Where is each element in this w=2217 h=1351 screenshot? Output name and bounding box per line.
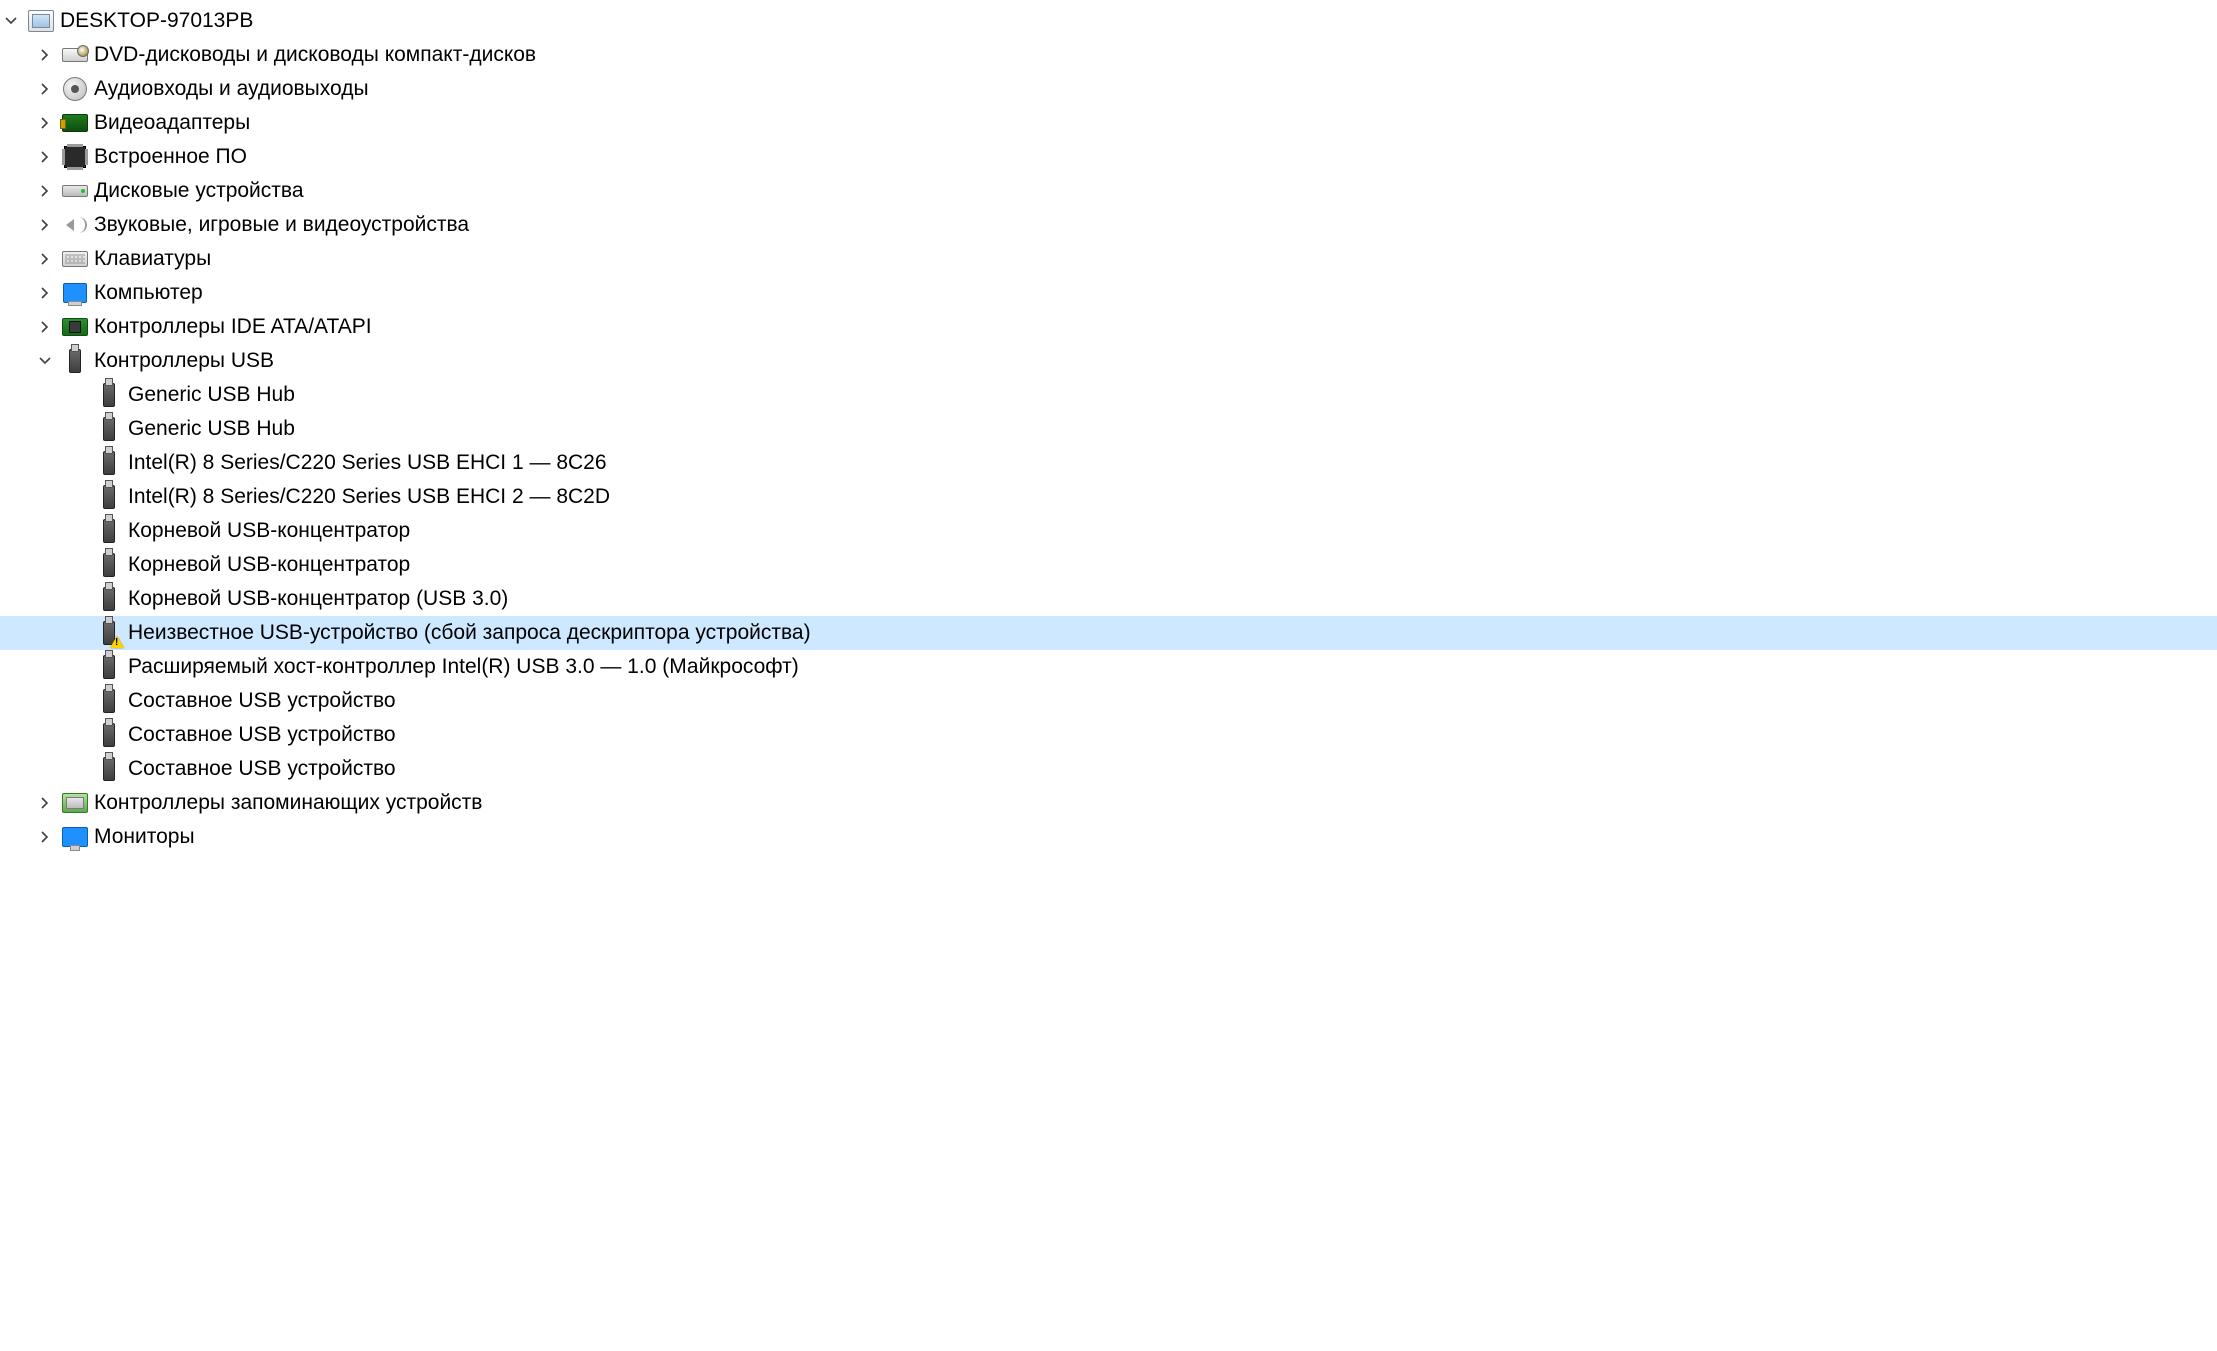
tree-item-label: Generic USB Hub (128, 417, 303, 441)
expand-toggle[interactable] (34, 287, 56, 299)
tree-item[interactable]: Видеоадаптеры (0, 106, 2217, 140)
usb-icon (96, 450, 122, 476)
expand-toggle[interactable] (34, 355, 56, 367)
tree-item[interactable]: DVD-дисководы и дисководы компакт-дисков (0, 38, 2217, 72)
tree-item-label: Клавиатуры (94, 247, 219, 271)
audio-io-icon (62, 76, 88, 102)
dvd-drive-icon (62, 42, 88, 68)
sound-icon (62, 212, 88, 238)
tree-item[interactable]: Мониторы (0, 820, 2217, 854)
tree-item[interactable]: Intel(R) 8 Series/C220 Series USB EHCI 1… (0, 446, 2217, 480)
warning-overlay-icon (110, 636, 124, 648)
tree-item-label: Корневой USB-концентратор (USB 3.0) (128, 587, 516, 611)
device-tree[interactable]: DESKTOP-97013PB DVD-дисководы и дисковод… (0, 0, 2217, 862)
tree-item[interactable]: Составное USB устройство (0, 718, 2217, 752)
usb-icon (96, 654, 122, 680)
tree-item[interactable]: Корневой USB-концентратор (0, 514, 2217, 548)
tree-item-label: Расширяемый хост-контроллер Intel(R) USB… (128, 655, 807, 679)
computer-icon (28, 8, 54, 34)
tree-item-label: Составное USB устройство (128, 689, 404, 713)
tree-item-label: Видеоадаптеры (94, 111, 258, 135)
tree-item-label: Составное USB устройство (128, 723, 404, 747)
tree-item[interactable]: Корневой USB-концентратор (0, 548, 2217, 582)
firmware-icon (62, 144, 88, 170)
tree-item[interactable]: Контроллеры запоминающих устройств (0, 786, 2217, 820)
usb-icon (96, 416, 122, 442)
tree-item[interactable]: Корневой USB-концентратор (USB 3.0) (0, 582, 2217, 616)
tree-item-label: DVD-дисководы и дисководы компакт-дисков (94, 43, 544, 67)
tree-item-label: Контроллеры запоминающих устройств (94, 791, 490, 815)
usb-warning-icon (96, 620, 122, 646)
tree-item-label: Звуковые, игровые и видеоустройства (94, 213, 477, 237)
usb-icon (96, 518, 122, 544)
tree-item-label: Мониторы (94, 825, 203, 849)
tree-item[interactable]: Generic USB Hub (0, 412, 2217, 446)
tree-item[interactable]: Клавиатуры (0, 242, 2217, 276)
tree-item[interactable]: Встроенное ПО (0, 140, 2217, 174)
tree-item-root[interactable]: DESKTOP-97013PB (0, 4, 2217, 38)
usb-icon (96, 586, 122, 612)
tree-item-label: Аудиовходы и аудиовыходы (94, 77, 377, 101)
tree-item-label: Компьютер (94, 281, 211, 305)
display-adapter-icon (62, 110, 88, 136)
tree-item-label: Корневой USB-концентратор (128, 519, 418, 543)
tree-item-label: Дисковые устройства (94, 179, 312, 203)
usb-icon (96, 756, 122, 782)
expand-toggle[interactable] (34, 151, 56, 163)
expand-toggle[interactable] (34, 117, 56, 129)
tree-item-unknown-usb[interactable]: Неизвестное USB-устройство (сбой запроса… (0, 616, 2217, 650)
computer-category-icon (62, 280, 88, 306)
tree-item-label: DESKTOP-97013PB (60, 9, 261, 33)
expand-toggle[interactable] (34, 185, 56, 197)
tree-item[interactable]: Составное USB устройство (0, 684, 2217, 718)
tree-item[interactable]: Звуковые, игровые и видеоустройства (0, 208, 2217, 242)
tree-item-label: Корневой USB-концентратор (128, 553, 418, 577)
tree-item-label: Intel(R) 8 Series/C220 Series USB EHCI 2… (128, 485, 618, 509)
tree-item-label: Контроллеры USB (94, 349, 282, 373)
usb-icon (62, 348, 88, 374)
storage-controller-icon (62, 790, 88, 816)
tree-item-label: Generic USB Hub (128, 383, 303, 407)
usb-icon (96, 552, 122, 578)
tree-item[interactable]: Расширяемый хост-контроллер Intel(R) USB… (0, 650, 2217, 684)
tree-item-label: Встроенное ПО (94, 145, 255, 169)
tree-item[interactable]: Контроллеры IDE ATA/ATAPI (0, 310, 2217, 344)
tree-item-label: Контроллеры IDE ATA/ATAPI (94, 315, 380, 339)
expand-toggle[interactable] (0, 15, 22, 27)
tree-item-label: Intel(R) 8 Series/C220 Series USB EHCI 1… (128, 451, 615, 475)
tree-item[interactable]: Компьютер (0, 276, 2217, 310)
tree-item[interactable]: Составное USB устройство (0, 752, 2217, 786)
expand-toggle[interactable] (34, 831, 56, 843)
expand-toggle[interactable] (34, 49, 56, 61)
tree-item-usb-controllers[interactable]: Контроллеры USB (0, 344, 2217, 378)
tree-item[interactable]: Generic USB Hub (0, 378, 2217, 412)
expand-toggle[interactable] (34, 321, 56, 333)
tree-item-label: Составное USB устройство (128, 757, 404, 781)
tree-item[interactable]: Аудиовходы и аудиовыходы (0, 72, 2217, 106)
tree-item-label: Неизвестное USB-устройство (сбой запроса… (128, 621, 819, 645)
monitor-icon (62, 824, 88, 850)
disk-drive-icon (62, 178, 88, 204)
expand-toggle[interactable] (34, 253, 56, 265)
usb-icon (96, 382, 122, 408)
expand-toggle[interactable] (34, 219, 56, 231)
usb-icon (96, 484, 122, 510)
expand-toggle[interactable] (34, 797, 56, 809)
tree-item[interactable]: Дисковые устройства (0, 174, 2217, 208)
keyboard-icon (62, 246, 88, 272)
usb-icon (96, 722, 122, 748)
usb-icon (96, 688, 122, 714)
ide-controller-icon (62, 314, 88, 340)
expand-toggle[interactable] (34, 83, 56, 95)
tree-item[interactable]: Intel(R) 8 Series/C220 Series USB EHCI 2… (0, 480, 2217, 514)
